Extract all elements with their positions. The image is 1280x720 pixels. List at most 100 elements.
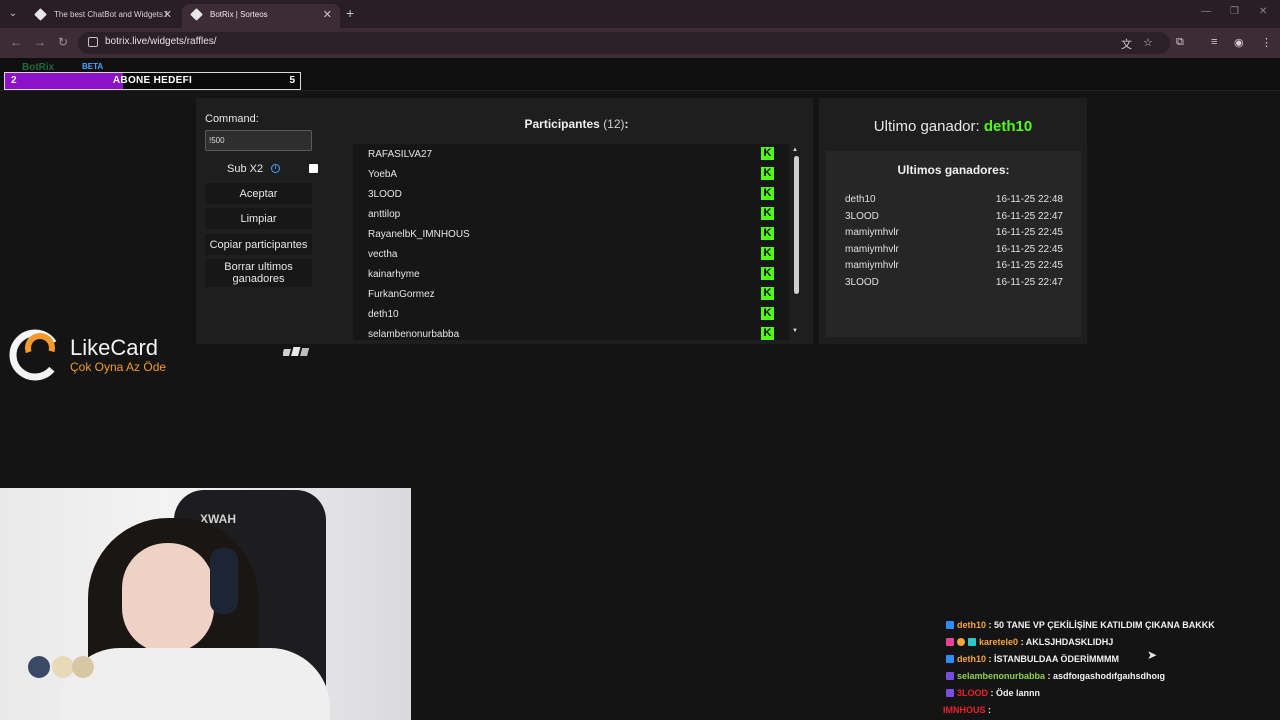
site-settings-icon[interactable] <box>88 37 98 47</box>
minimize-icon[interactable]: — <box>1201 6 1211 17</box>
participant-row[interactable]: kainarhyme K <box>353 264 789 284</box>
chat-overlay: deth10 : 50 TANE VP ÇEKİLİŞİNE KATILDIM … <box>940 617 1280 720</box>
kick-icon: K <box>761 227 774 240</box>
participants-list: RAFASILVA27 K YoebA K 3LOOD K anttilop K Ray… <box>353 144 789 340</box>
address-bar[interactable]: botrix.live/widgets/raffles/ <box>78 32 1170 54</box>
participants-title: Participantes (12): <box>353 117 800 131</box>
bookmark-star-icon[interactable]: ☆ <box>1143 36 1153 49</box>
figurine <box>28 656 50 678</box>
accept-button[interactable]: Aceptar <box>205 183 312 204</box>
chat-username: IMNHOUS <box>943 705 986 715</box>
winner-row: mamiymhvlr 16-11-25 22:45 <box>845 260 1063 276</box>
winner-row: 3LOOD 16-11-25 22:47 <box>845 277 1063 293</box>
webcam-feed: XWAH <box>0 488 411 720</box>
delete-winners-button[interactable]: Borrar ultimos ganadores <box>205 259 312 287</box>
reload-icon[interactable]: ↻ <box>58 35 68 49</box>
participant-row[interactable]: RayanelbK_IMNHOUS K <box>353 224 789 244</box>
url-text: botrix.live/widgets/raffles/ <box>105 36 217 47</box>
forward-icon[interactable]: → <box>34 35 46 49</box>
sponsor-tagline: Çok Oyna Az Öde <box>70 360 167 374</box>
close-tab-icon[interactable]: ✕ <box>323 4 332 26</box>
chat-username: 3LOOD <box>957 688 989 698</box>
participant-name: 3LOOD <box>368 189 402 200</box>
chat-message: 3LOOD : Öde lannn <box>946 688 1040 698</box>
winner-date: 16-11-25 22:47 <box>995 277 1063 288</box>
chat-text: : AKLSJHDASKLIDHJ <box>1020 637 1114 647</box>
last-winner-label: Ultimo ganador: <box>873 118 980 135</box>
goal-target: 5 <box>289 75 295 86</box>
kick-icon: K <box>761 167 774 180</box>
participant-row[interactable]: FurkanGormez K <box>353 284 789 304</box>
maximize-icon[interactable]: ❐ <box>1230 6 1239 17</box>
participant-name: deth10 <box>368 309 399 320</box>
chat-username: deth10 <box>957 654 987 664</box>
copy-participants-button[interactable]: Copiar participantes <box>205 234 312 255</box>
participant-row[interactable]: RAFASILVA27 K <box>353 144 789 164</box>
kick-icon: K <box>761 327 774 340</box>
goal-label: ABONE HEDEFI <box>112 75 193 86</box>
participant-row[interactable]: YoebA K <box>353 164 789 184</box>
window-close-icon[interactable]: ✕ <box>1259 6 1267 17</box>
profile-icon[interactable]: ◉ <box>1234 36 1244 49</box>
participant-row[interactable]: vectha K <box>353 244 789 264</box>
participant-row[interactable]: deth10 K <box>353 304 789 324</box>
plush-toy <box>72 656 94 678</box>
sub-x2-label: Sub X2 <box>227 163 264 175</box>
participants-scrollbar[interactable] <box>794 156 799 294</box>
tab-search-chevron-icon[interactable]: ⌄ <box>4 5 22 23</box>
participant-row[interactable]: 3LOOD K <box>353 184 789 204</box>
chat-username: deth10 <box>957 620 987 630</box>
participant-row[interactable]: anttilop K <box>353 204 789 224</box>
winner-name: mamiymhvlr <box>845 260 899 271</box>
scroll-up-icon[interactable]: ▲ <box>792 147 798 153</box>
winner-date: 16-11-25 22:45 <box>995 227 1063 238</box>
verified-badge-icon <box>968 638 976 646</box>
kick-badge-icon <box>946 655 954 663</box>
tab-title: BotRix | Sorteos <box>210 10 268 19</box>
winner-date: 16-11-25 22:48 <box>995 194 1063 205</box>
browser-tab-sorteos[interactable]: BotRix | Sorteos ✕ <box>182 4 340 28</box>
kick-icon: K <box>761 287 774 300</box>
browser-tabbar: ⌄ The best ChatBot and Widgets f ✕ BotRi… <box>0 0 1280 28</box>
winner-row: 3LOOD 16-11-25 22:47 <box>845 211 1063 227</box>
media-icon[interactable]: ≡ <box>1211 36 1217 48</box>
menu-icon[interactable]: ⋮ <box>1261 36 1272 49</box>
sub-badge-icon <box>946 638 954 646</box>
participants-count: (12) <box>603 117 625 131</box>
back-icon[interactable]: ← <box>10 35 22 49</box>
new-tab-button[interactable]: + <box>346 5 354 21</box>
kick-icon: K <box>761 267 774 280</box>
kick-icon: K <box>761 207 774 220</box>
sub-badge-icon <box>946 689 954 697</box>
winners-title: Ultimos ganadores: <box>897 163 1010 177</box>
participant-name: selambenonurbabba <box>368 329 460 340</box>
kick-icon: K <box>761 307 774 320</box>
tab-title: The best ChatBot and Widgets f <box>54 10 168 19</box>
streamer-sweater <box>60 648 330 720</box>
scroll-down-icon[interactable]: ▼ <box>792 328 798 334</box>
participant-name: RayanelbK_IMNHOUS <box>368 229 470 240</box>
command-input[interactable] <box>205 130 312 151</box>
winner-row: deth10 16-11-25 22:48 <box>845 194 1063 210</box>
streamer-face <box>122 543 214 653</box>
participant-name: RAFASILVA27 <box>368 149 433 160</box>
chat-message: deth10 : İSTANBULDAA ÖDERİMMMM <box>946 654 1119 664</box>
sub-x2-checkbox[interactable] <box>309 164 318 173</box>
winner-row: mamiymhvlr 16-11-25 22:45 <box>845 244 1063 260</box>
extensions-icon[interactable]: ⧉ <box>1176 36 1184 49</box>
winner-name: mamiymhvlr <box>845 227 899 238</box>
winner-name: mamiymhvlr <box>845 244 899 255</box>
participants-title-label: Participantes <box>524 117 600 131</box>
participant-name: YoebA <box>368 169 398 180</box>
close-tab-icon[interactable]: ✕ <box>163 4 172 26</box>
translate-icon[interactable]: 文 <box>1121 36 1132 52</box>
clear-button[interactable]: Limpiar <box>205 208 312 229</box>
info-icon[interactable]: i <box>271 164 280 173</box>
participant-row[interactable]: selambenonurbabba K <box>353 324 789 340</box>
browser-tab-chatbot[interactable]: The best ChatBot and Widgets f ✕ <box>26 4 180 28</box>
likecard-logo-icon <box>9 329 61 381</box>
chat-message: selambenonurbabba : asdfoıgashodıfgaıhsd… <box>946 671 1165 681</box>
headset-icon <box>210 548 238 614</box>
kick-badge-icon <box>946 621 954 629</box>
chat-message: IMNHOUS : <box>943 705 991 715</box>
